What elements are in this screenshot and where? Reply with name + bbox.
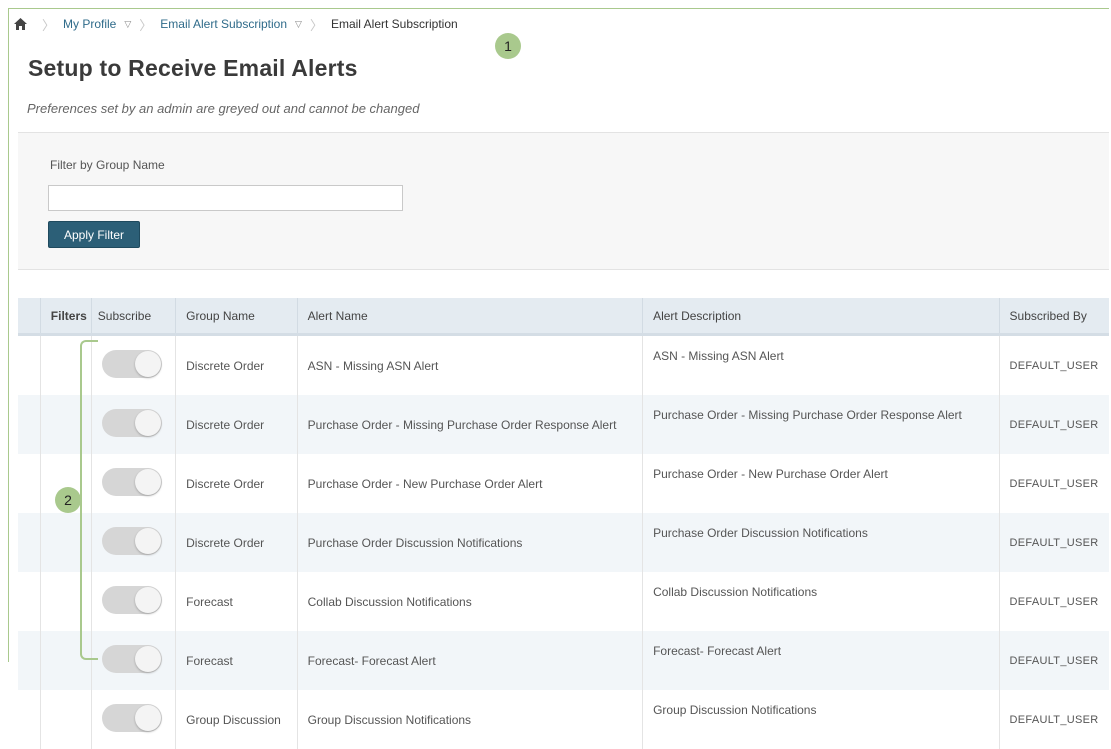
subscribed-by-cell: DEFAULT_USER: [1009, 595, 1099, 608]
table-header-row: Filters Subscribe Group Name Alert Name …: [18, 298, 1109, 336]
subscribed-by-cell: DEFAULT_USER: [999, 395, 1109, 454]
row-spacer: [18, 454, 41, 513]
alert-name-cell: ASN - Missing ASN Alert: [297, 334, 644, 395]
toggle-knob: [134, 351, 161, 377]
breadcrumb-separator: 〉: [42, 17, 56, 33]
subscribe-toggle[interactable]: [101, 409, 162, 437]
group-name-cell: Group Discussion: [175, 690, 298, 749]
subscribed-by-cell: DEFAULT_USER: [999, 513, 1109, 572]
breadcrumb: 〉 My Profile ▽ 〉 Email Alert Subscriptio…: [14, 14, 458, 34]
table-row: Discrete Order Purchase Order Discussion…: [18, 513, 1109, 572]
row-spacer: [18, 334, 41, 395]
alert-name-cell: Purchase Order - Missing Purchase Order …: [297, 395, 644, 454]
alert-name-cell: Group Discussion Notifications: [297, 690, 644, 749]
group-name-cell: Forecast: [175, 572, 298, 631]
row-spacer: [18, 572, 41, 631]
breadcrumb-my-profile[interactable]: My Profile: [63, 17, 116, 31]
table-row: Discrete Order Purchase Order - Missing …: [18, 395, 1109, 454]
subscribed-by-cell: DEFAULT_USER: [1009, 477, 1099, 490]
filter-panel: Filter by Group Name Apply Filter: [18, 133, 1109, 270]
breadcrumb-email-alert-subscription[interactable]: Email Alert Subscription: [160, 17, 287, 31]
subscribe-toggle[interactable]: [101, 704, 162, 732]
column-header-alert-name[interactable]: Alert Name: [297, 298, 644, 336]
group-name-cell: Discrete Order: [175, 334, 298, 395]
alert-description-cell: ASN - Missing ASN Alert: [642, 334, 1000, 395]
alert-description-cell: Group Discussion Notifications: [642, 690, 1000, 749]
alert-description-cell: Purchase Order - Missing Purchase Order …: [642, 395, 1000, 454]
subscribe-cell: [91, 631, 177, 690]
group-name-filter-input[interactable]: [48, 185, 403, 211]
callout-badge-2: 2: [55, 487, 81, 513]
toggle-knob: [134, 705, 161, 731]
subscribe-toggle[interactable]: [101, 645, 162, 673]
subscribe-toggle[interactable]: [101, 586, 162, 614]
column-header-group-name[interactable]: Group Name: [175, 298, 298, 336]
column-header-alert-description[interactable]: Alert Description: [642, 298, 1000, 336]
alert-description-cell: Purchase Order - New Purchase Order Aler…: [642, 454, 1000, 513]
subscribed-by-cell: DEFAULT_USER: [1009, 359, 1099, 372]
page-subtitle: Preferences set by an admin are greyed o…: [27, 101, 420, 116]
subscribe-cell: [91, 513, 177, 572]
alert-name-cell: Forecast- Forecast Alert: [297, 631, 644, 690]
table-row: Forecast Forecast- Forecast Alert Foreca…: [18, 631, 1109, 690]
chevron-down-icon[interactable]: ▽: [124, 19, 131, 30]
breadcrumb-separator: 〉: [139, 17, 153, 33]
row-spacer: [18, 690, 41, 749]
row-spacer: [18, 513, 41, 572]
column-header-subscribed-by[interactable]: Subscribed By: [999, 298, 1109, 336]
alert-description-cell: Collab Discussion Notifications: [642, 572, 1000, 631]
table-row: Discrete Order ASN - Missing ASN Alert A…: [18, 334, 1109, 395]
group-name-cell: Discrete Order: [175, 513, 298, 572]
callout-badge-1: 1: [495, 33, 521, 59]
subscribe-toggle[interactable]: [101, 350, 162, 378]
page-title: Setup to Receive Email Alerts: [28, 55, 358, 81]
subscribe-cell: [91, 395, 177, 454]
group-name-cell: Forecast: [175, 631, 298, 690]
callout-bracket: [80, 340, 98, 660]
breadcrumb-current: Email Alert Subscription: [330, 17, 458, 31]
row-spacer: [18, 395, 41, 454]
subscribed-by-cell: DEFAULT_USER: [1009, 713, 1099, 726]
alert-name-cell: Purchase Order - New Purchase Order Aler…: [297, 454, 644, 513]
row-spacer-header: [18, 298, 41, 336]
subscribe-toggle[interactable]: [101, 468, 162, 496]
table-row: Discrete Order Purchase Order - New Purc…: [18, 454, 1109, 513]
alert-description-cell: Purchase Order Discussion Notifications: [642, 513, 1000, 572]
toggle-knob: [134, 410, 161, 436]
alerts-table: Filters Subscribe Group Name Alert Name …: [18, 298, 1109, 749]
home-icon[interactable]: [14, 17, 28, 31]
toggle-knob: [134, 646, 161, 672]
table-row: Forecast Collab Discussion Notifications…: [18, 572, 1109, 631]
filters-cell: [40, 690, 92, 749]
chevron-down-icon[interactable]: ▽: [295, 19, 302, 30]
filter-label: Filter by Group Name: [50, 158, 165, 172]
alert-description-cell: Forecast- Forecast Alert: [642, 631, 1000, 690]
subscribe-cell: [91, 334, 177, 395]
subscribe-cell: [91, 690, 177, 749]
group-name-cell: Discrete Order: [175, 395, 298, 454]
toggle-knob: [134, 469, 161, 495]
apply-filter-button[interactable]: Apply Filter: [48, 221, 140, 248]
subscribe-toggle[interactable]: [101, 527, 162, 555]
toggle-knob: [134, 528, 161, 554]
row-spacer: [18, 631, 41, 690]
table-row: Group Discussion Group Discussion Notifi…: [18, 690, 1109, 749]
toggle-knob: [134, 587, 161, 613]
subscribe-cell: [91, 572, 177, 631]
alert-name-cell: Collab Discussion Notifications: [297, 572, 644, 631]
alert-name-cell: Purchase Order Discussion Notifications: [297, 513, 644, 572]
group-name-cell: Discrete Order: [175, 454, 298, 513]
subscribe-cell: [91, 454, 177, 513]
column-header-subscribe[interactable]: Subscribe: [91, 298, 177, 336]
breadcrumb-separator: 〉: [309, 17, 323, 33]
subscribed-by-cell: DEFAULT_USER: [999, 631, 1109, 690]
column-header-filters[interactable]: Filters: [40, 298, 92, 336]
